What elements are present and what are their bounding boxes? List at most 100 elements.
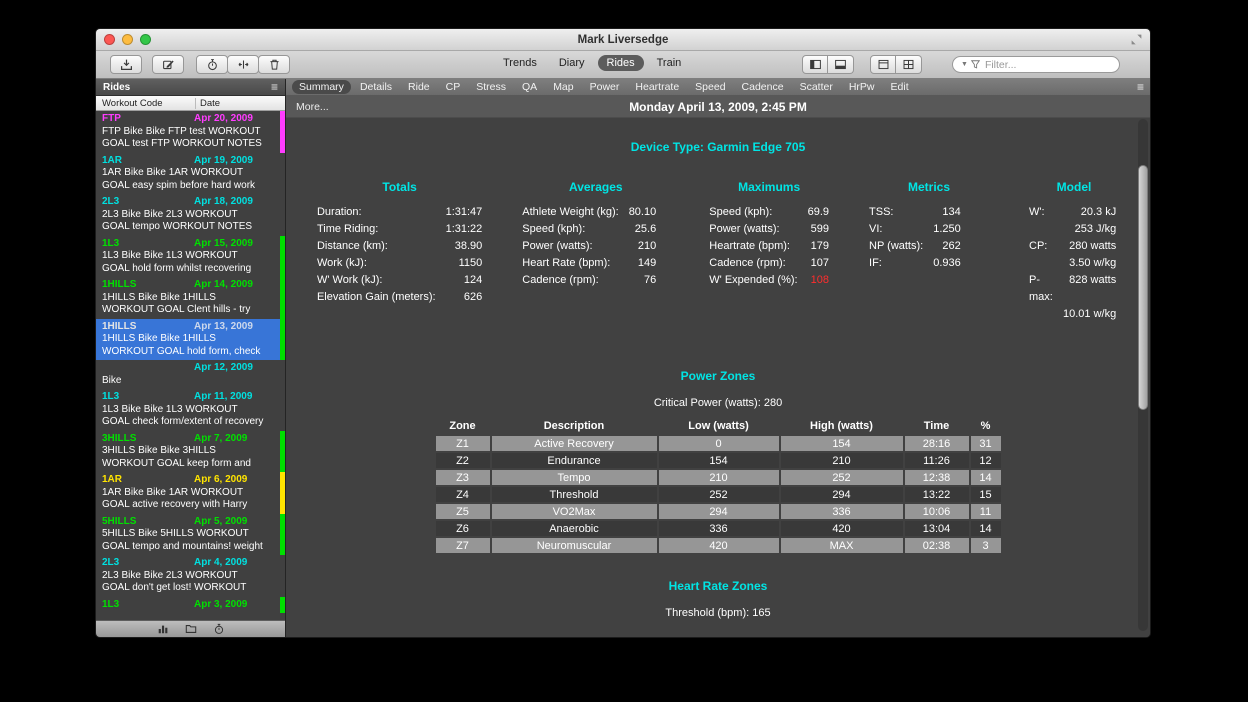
view-tab-ride[interactable]: Ride xyxy=(401,80,437,94)
window-title: Mark Liversedge xyxy=(578,34,669,46)
view-tab-map[interactable]: Map xyxy=(546,80,580,94)
folder-icon[interactable] xyxy=(185,623,197,635)
desktop: Mark Liversedge TrendsDiaryRidesTrain xyxy=(0,0,1248,702)
sidebar-header: Rides ≡ xyxy=(96,79,285,96)
tabbed-view-button[interactable] xyxy=(870,55,896,74)
summary-column-heading: Metrics xyxy=(869,180,989,194)
sidebar-menu-icon[interactable]: ≡ xyxy=(271,80,278,94)
view-tab-summary[interactable]: Summary xyxy=(292,80,351,94)
metric-label: Cadence (rpm): xyxy=(709,255,807,272)
scrollbar-thumb[interactable] xyxy=(1138,165,1148,410)
filter-input[interactable] xyxy=(983,58,1111,72)
manual-entry-button[interactable] xyxy=(152,55,184,74)
ride-list-item[interactable]: 1ARApr 6, 20091AR Bike Bike 1AR WORKOUTG… xyxy=(96,472,285,514)
bottombar-toggle-button[interactable] xyxy=(828,55,854,74)
zone-cell: 210 xyxy=(659,470,779,485)
metric-value: 1150 xyxy=(446,255,483,272)
trash-icon xyxy=(268,58,281,71)
ride-date: Apr 12, 2009 xyxy=(194,362,253,375)
metric-value: 3.50 w/kg xyxy=(1063,255,1116,272)
timer-button[interactable] xyxy=(196,55,228,74)
metrics-chart-icon[interactable] xyxy=(157,623,169,635)
ride-list-item[interactable]: 1HILLSApr 14, 20091HILLS Bike Bike 1HILL… xyxy=(96,277,285,319)
metric-label: Speed (kph): xyxy=(522,221,628,238)
perspective-tab-rides[interactable]: Rides xyxy=(598,55,644,71)
ride-list-item[interactable]: 3HILLSApr 7, 20093HILLS Bike Bike 3HILLS… xyxy=(96,431,285,473)
ride-date: Apr 15, 2009 xyxy=(194,238,253,251)
vertical-scrollbar[interactable] xyxy=(1138,119,1148,631)
ride-list-item[interactable]: 1L3Apr 3, 2009 xyxy=(96,597,285,614)
zones-header-row: ZoneDescriptionLow (watts)High (watts)Ti… xyxy=(436,420,1001,434)
view-tab-hrpw[interactable]: HrPw xyxy=(842,80,882,94)
zone-cell: 11:26 xyxy=(905,453,969,468)
view-tab-scatter[interactable]: Scatter xyxy=(793,80,840,94)
panel-left-icon xyxy=(809,58,822,71)
ride-list-item[interactable]: 1ARApr 19, 20091AR Bike Bike 1AR WORKOUT… xyxy=(96,153,285,195)
view-tab-edit[interactable]: Edit xyxy=(884,80,916,94)
zone-cell: 13:04 xyxy=(905,521,969,536)
perspective-tab-diary[interactable]: Diary xyxy=(550,55,594,71)
column-header-date[interactable]: Date xyxy=(195,98,220,109)
ride-workout-code: 1HILLS xyxy=(102,321,136,334)
metric-label: Athlete Weight (kg): xyxy=(522,204,628,221)
zone-cell: MAX xyxy=(781,538,903,553)
ride-list-item[interactable]: 5HILLSApr 5, 20095HILLS Bike 5HILLS WORK… xyxy=(96,514,285,556)
metric-value: 76 xyxy=(629,272,657,289)
metric-value: 626 xyxy=(446,289,483,306)
ride-list-item[interactable]: 1L3Apr 15, 20091L3 Bike Bike 1L3 WORKOUT… xyxy=(96,236,285,278)
ride-description-line: 1AR Bike Bike 1AR WORKOUT xyxy=(102,487,275,500)
ride-workout-code: 1AR xyxy=(102,155,122,168)
more-button[interactable]: More... xyxy=(296,101,329,113)
zone-cell: 154 xyxy=(659,453,779,468)
ride-item-header: 1HILLSApr 13, 2009 xyxy=(102,321,275,334)
view-tab-power[interactable]: Power xyxy=(583,80,627,94)
ride-list-item[interactable]: 2L3Apr 18, 20092L3 Bike Bike 2L3 WORKOUT… xyxy=(96,194,285,236)
view-tab-cadence[interactable]: Cadence xyxy=(735,80,791,94)
view-tab-details[interactable]: Details xyxy=(353,80,399,94)
view-tab-cp[interactable]: CP xyxy=(439,80,468,94)
ride-list-item[interactable]: 1HILLSApr 13, 20091HILLS Bike Bike 1HILL… xyxy=(96,319,285,361)
view-tab-stress[interactable]: Stress xyxy=(469,80,513,94)
tiled-view-button[interactable] xyxy=(896,55,922,74)
minimize-window-button[interactable] xyxy=(122,34,133,45)
rides-sidebar: Rides ≡ Workout Code Date FTPApr 20, 200… xyxy=(96,79,286,637)
delete-ride-button[interactable] xyxy=(258,55,290,74)
metric-label xyxy=(1029,221,1063,238)
zone-cell: 14 xyxy=(971,470,1001,485)
close-window-button[interactable] xyxy=(104,34,115,45)
zoom-window-button[interactable] xyxy=(140,34,151,45)
zone-cell: 154 xyxy=(781,436,903,451)
download-ride-button[interactable] xyxy=(110,55,142,74)
ride-color-bar xyxy=(280,472,285,514)
perspective-tab-train[interactable]: Train xyxy=(648,55,691,71)
ride-list-item[interactable]: FTPApr 20, 2009FTP Bike Bike FTP test WO… xyxy=(96,111,285,153)
stopwatch-icon[interactable] xyxy=(213,623,225,635)
zone-cell: Z3 xyxy=(436,470,490,485)
ride-color-bar xyxy=(280,319,285,361)
view-tab-speed[interactable]: Speed xyxy=(688,80,732,94)
ride-list-item[interactable]: Apr 12, 2009Bike xyxy=(96,360,285,389)
perspective-tab-trends[interactable]: Trends xyxy=(494,55,546,71)
view-tab-heartrate[interactable]: Heartrate xyxy=(628,80,686,94)
intervals-button[interactable] xyxy=(227,55,259,74)
view-tab-qa[interactable]: QA xyxy=(515,80,544,94)
summary-columns: TotalsDuration:1:31:47Time Riding:1:31:2… xyxy=(286,180,1150,323)
metric-label: Duration: xyxy=(317,204,446,221)
metric-value: 262 xyxy=(933,238,961,255)
column-header-workout-code[interactable]: Workout Code xyxy=(102,98,163,109)
filter-menu-caret-icon[interactable]: ▼ xyxy=(961,61,968,68)
ride-date: Apr 19, 2009 xyxy=(194,155,253,168)
ride-list-item[interactable]: 2L3Apr 4, 20092L3 Bike Bike 2L3 WORKOUTG… xyxy=(96,555,285,597)
sidebar-toggle-button[interactable] xyxy=(802,55,828,74)
view-menu-icon[interactable]: ≡ xyxy=(1137,80,1144,94)
ride-color-bar xyxy=(280,236,285,278)
ride-date: Apr 7, 2009 xyxy=(194,433,247,446)
ride-description-line: 1L3 Bike Bike 1L3 WORKOUT xyxy=(102,250,275,263)
zone-cell: 336 xyxy=(659,521,779,536)
filter-field[interactable]: ▼ xyxy=(952,56,1120,73)
fullscreen-icon[interactable] xyxy=(1130,33,1143,46)
ride-item-header: 3HILLSApr 7, 2009 xyxy=(102,433,275,446)
ride-date: Apr 11, 2009 xyxy=(194,391,252,404)
sidebar-title: Rides xyxy=(103,82,130,93)
ride-list-item[interactable]: 1L3Apr 11, 20091L3 Bike Bike 1L3 WORKOUT… xyxy=(96,389,285,431)
